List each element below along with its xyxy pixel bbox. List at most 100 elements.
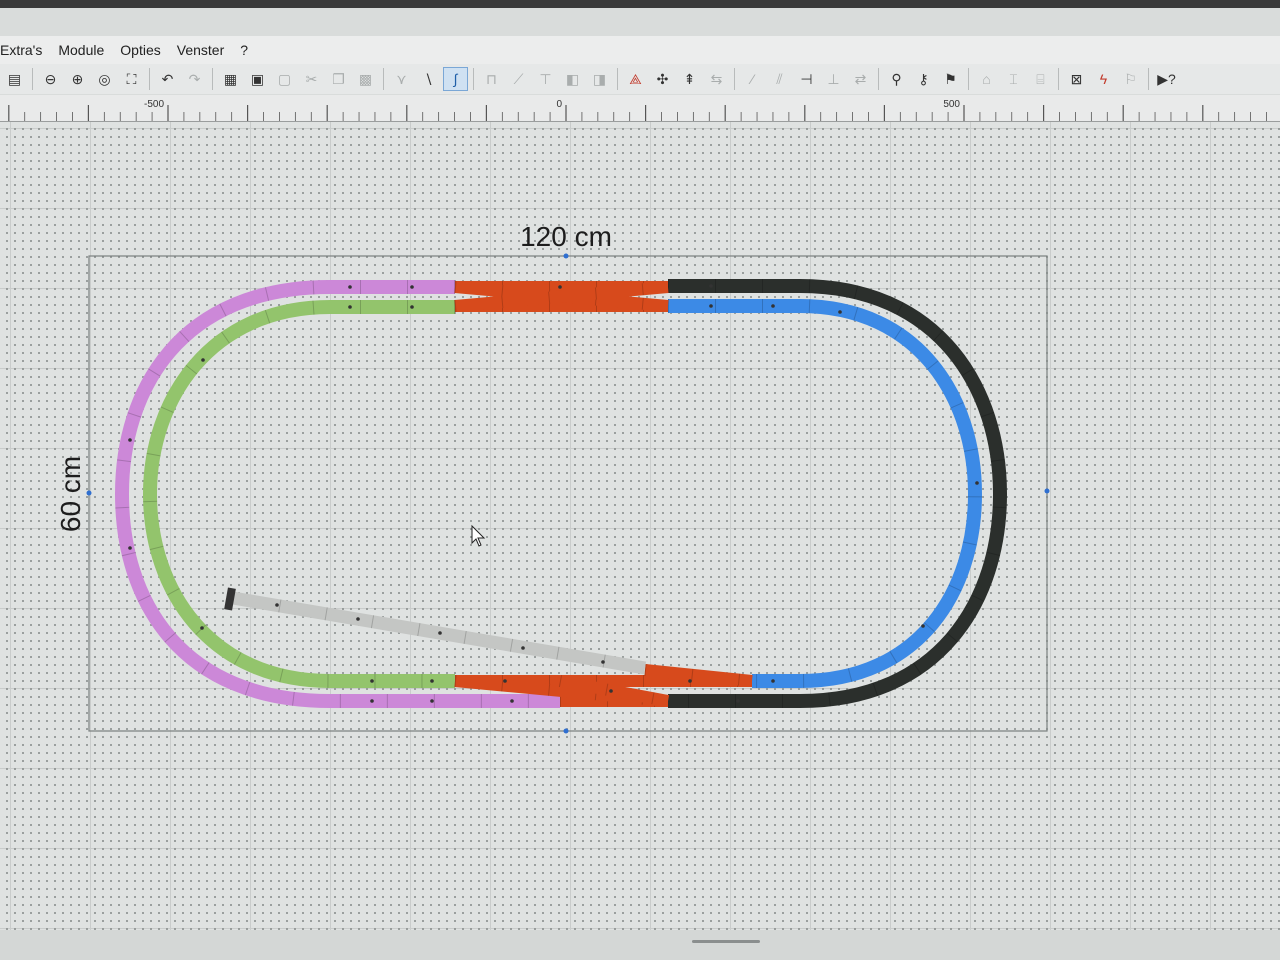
inner-loop-right-blue[interactable]: [668, 299, 983, 688]
menu-item-opties[interactable]: Opties: [112, 36, 168, 64]
track-save-icon: ▤: [7, 70, 22, 87]
join-icon: ⊣: [800, 70, 813, 87]
height-button[interactable]: ⇞: [677, 67, 702, 91]
scroll-handle[interactable]: [692, 940, 760, 943]
zoom-in-button[interactable]: ⊕: [65, 67, 90, 91]
black-track-segment[interactable]: [668, 279, 1008, 708]
measure-button[interactable]: ⟁: [623, 67, 648, 91]
cut-button[interactable]: ✂: [299, 67, 324, 91]
measure-icon: ⟁: [629, 70, 642, 87]
flex-track-icon: ⁄: [751, 71, 754, 87]
track-layout[interactable]: 120 cm 60 cm: [0, 122, 1280, 930]
zoom-out-button[interactable]: ⊖: [38, 67, 63, 91]
paste-button[interactable]: ▩: [353, 67, 378, 91]
handle-left[interactable]: [86, 490, 92, 496]
toolbar: ▤ ⊖ ⊕ ◎ ⛶ ↶ ↷ ▦ ▣ ▢ ✂ ❐ ▩ ⋎ ∖ ∫ ⊓ ⟋ ⊤ ◧ ◨ ⟁ ✣ ⇞ ⇆ ⁄ ⫽ ⊣ ⊥ ⇄ ⚲ ⚷ ⚑ ⌂ ⌶ ⌸ ⊠ ϟ ⚐ ▶…: [0, 64, 1280, 94]
layer-down-button[interactable]: ◨: [587, 67, 612, 91]
track-connector-dot: [736, 699, 740, 703]
signal-button[interactable]: ⚐: [1118, 67, 1143, 91]
switch-track-button[interactable]: ⋎: [389, 67, 414, 91]
handle-top[interactable]: [563, 253, 569, 259]
top-crossover-orange[interactable]: [454, 281, 669, 312]
connect-icon: ✣: [656, 70, 669, 87]
electric-button[interactable]: ϟ: [1091, 67, 1116, 91]
track-connector-dot: [430, 699, 434, 703]
blue-track-segment[interactable]: [668, 299, 983, 688]
track-connector-dot: [128, 546, 132, 550]
track-connector-dot: [275, 603, 279, 607]
ruler-scale: -500 0 500: [8, 99, 1267, 121]
join-button[interactable]: ⊣: [794, 67, 819, 91]
slope-icon: ⟋: [513, 70, 524, 87]
straight-track-button[interactable]: ∖: [416, 67, 441, 91]
curve-track-button[interactable]: ∫: [443, 67, 468, 91]
track-connector-dot: [201, 358, 205, 362]
track-connector-dot: [438, 631, 442, 635]
menu-item-module[interactable]: Module: [50, 36, 112, 64]
layer-down-icon: ◨: [592, 70, 607, 87]
pillar-button[interactable]: ⊤: [533, 67, 558, 91]
ruler-label: -500: [144, 99, 164, 110]
zoom-window-button[interactable]: ◎: [92, 67, 117, 91]
undo-button[interactable]: ↶: [155, 67, 180, 91]
ramp-button[interactable]: ⊓: [479, 67, 504, 91]
zoom-window-icon: ◎: [98, 70, 111, 87]
connect-button[interactable]: ✣: [650, 67, 675, 91]
menu-bar: Extra's Module Opties Venster?: [0, 36, 1280, 64]
search-help-button[interactable]: ⚑: [938, 67, 963, 91]
align-button[interactable]: ⇆: [704, 67, 729, 91]
straight-track-icon: ∖: [424, 70, 433, 87]
zoom-all-button[interactable]: ⛶: [119, 67, 144, 91]
parts-list-icon: ▦: [223, 70, 238, 87]
track-save-button[interactable]: ▤: [2, 67, 27, 91]
siding-track-grey[interactable]: [224, 587, 647, 675]
flex-track-button[interactable]: ⁄: [740, 67, 765, 91]
page-setup-button[interactable]: ▢: [272, 67, 297, 91]
find-part-button[interactable]: ⚲: [884, 67, 909, 91]
horizontal-ruler: -500 0 500: [0, 95, 1280, 122]
layer-up-button[interactable]: ◧: [560, 67, 585, 91]
level-button[interactable]: ⌂: [974, 67, 999, 91]
track-connector-dot: [921, 624, 925, 628]
track-connector-dot: [609, 689, 613, 693]
level2-button[interactable]: ⌶: [1001, 67, 1026, 91]
toolbar-separator: [212, 68, 213, 90]
split-button[interactable]: ⫽: [767, 67, 792, 91]
menu-item-extra-s[interactable]: Extra's: [0, 36, 50, 64]
redo-button[interactable]: ↷: [182, 67, 207, 91]
zoom-out-icon: ⊖: [44, 70, 57, 87]
drawing-canvas[interactable]: 120 cm 60 cm: [0, 122, 1280, 930]
copy-button[interactable]: ❐: [326, 67, 351, 91]
cut-icon: ✂: [305, 70, 318, 87]
mirror-button[interactable]: ⇄: [848, 67, 873, 91]
parts-list-button[interactable]: ▦: [218, 67, 243, 91]
level2-icon: ⌶: [1009, 70, 1018, 87]
track-connector-dot: [771, 304, 775, 308]
toolbar-separator: [878, 68, 879, 90]
track-connector-dot: [128, 438, 132, 442]
board-width-label: 120 cm: [520, 221, 612, 252]
rotate-button[interactable]: ⊥: [821, 67, 846, 91]
mirror-icon: ⇄: [854, 70, 867, 87]
track-connector-dot: [348, 285, 352, 289]
help-cursor-button[interactable]: ▶?: [1154, 67, 1179, 91]
handle-right[interactable]: [1044, 488, 1050, 494]
height-icon: ⇞: [683, 70, 696, 87]
redo-icon: ↷: [188, 70, 201, 87]
menu-item-help[interactable]: ?: [232, 36, 256, 64]
track-connector-dot: [601, 660, 605, 664]
print-icon: ▣: [250, 70, 265, 87]
center-button[interactable]: ⊠: [1064, 67, 1089, 91]
outer-loop-right-black[interactable]: [668, 279, 1008, 708]
handle-bottom[interactable]: [563, 728, 569, 734]
paste-icon: ▩: [358, 70, 373, 87]
find-group-button[interactable]: ⚷: [911, 67, 936, 91]
level3-button[interactable]: ⌸: [1028, 67, 1053, 91]
menu-item-venster[interactable]: Venster: [169, 36, 232, 64]
slope-button[interactable]: ⟋: [506, 67, 531, 91]
track-connector-dot: [975, 481, 979, 485]
track-connector-dot: [838, 310, 842, 314]
track-connector-dot: [688, 679, 692, 683]
print-button[interactable]: ▣: [245, 67, 270, 91]
track-connector-dot: [430, 679, 434, 683]
